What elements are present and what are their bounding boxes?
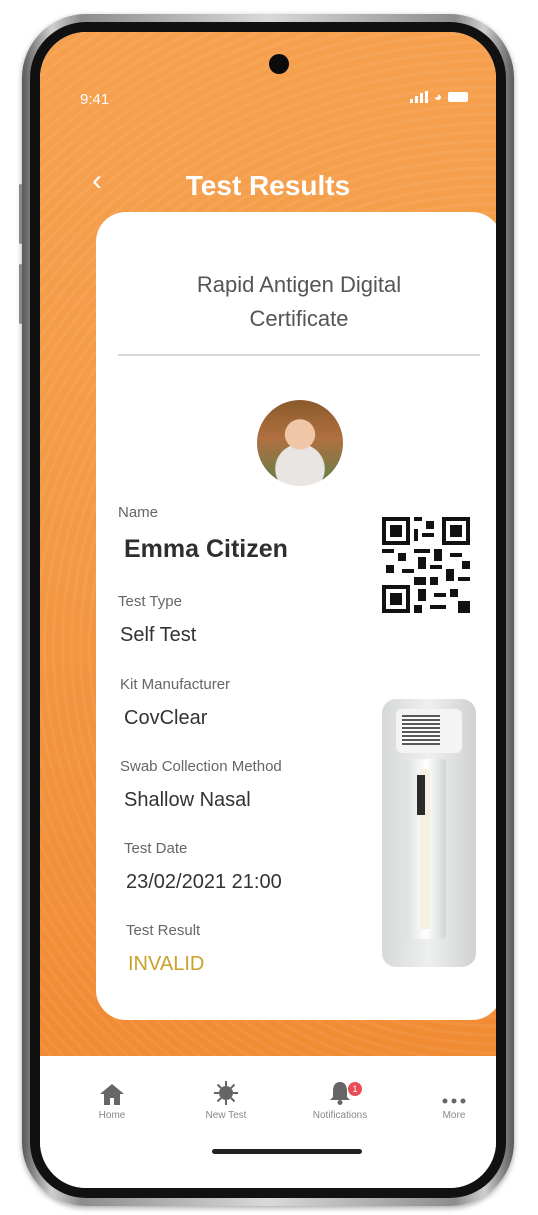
- tab-home[interactable]: Home: [62, 1076, 162, 1121]
- status-icons: ◕: [410, 90, 468, 103]
- test-result-label: Test Result: [126, 922, 201, 939]
- front-camera: [269, 54, 289, 74]
- certificate-title: Rapid Antigen Digital Certificate: [196, 272, 402, 331]
- divider: [118, 354, 480, 356]
- side-button: [19, 184, 22, 244]
- test-date-value: 23/02/2021 21:00: [126, 871, 282, 893]
- test-kit-marker: [417, 775, 425, 815]
- test-kit-image: [382, 699, 476, 967]
- swab-method-value: Shallow Nasal: [124, 789, 251, 811]
- screen: 9:41 ◕ ‹ Test Results Rapid Antigen Digi…: [40, 32, 496, 1188]
- tab-notifications-label: Notifications: [312, 1110, 368, 1121]
- kit-manufacturer-label: Kit Manufacturer: [120, 676, 231, 693]
- home-indicator[interactable]: [212, 1149, 362, 1154]
- battery-icon: [448, 91, 468, 102]
- phone-bezel: 9:41 ◕ ‹ Test Results Rapid Antigen Digi…: [30, 22, 506, 1198]
- name-label: Name: [118, 504, 159, 521]
- swab-method-label: Swab Collection Method: [120, 758, 282, 775]
- certificate-card: Rapid Antigen Digital Certificate Name E…: [96, 212, 496, 1020]
- qr-code-graphic: [382, 517, 470, 613]
- tab-more-label: More: [442, 1110, 466, 1121]
- tab-home-label: Home: [98, 1110, 126, 1121]
- phone-frame: 9:41 ◕ ‹ Test Results Rapid Antigen Digi…: [19, 14, 514, 1206]
- tab-bar: Home New Test 1 Notifications More: [40, 1056, 496, 1188]
- tab-new-test[interactable]: New Test: [176, 1076, 276, 1121]
- more-icon: [404, 1076, 496, 1106]
- test-date-label: Test Date: [124, 840, 188, 857]
- tab-notifications[interactable]: 1 Notifications: [290, 1076, 390, 1121]
- status-time: 9:41: [80, 91, 110, 108]
- signal-icon: [410, 90, 429, 103]
- avatar: [257, 400, 343, 486]
- side-button: [19, 264, 22, 324]
- page-title: Test Results: [185, 170, 351, 201]
- wifi-icon: ◕: [434, 89, 442, 104]
- test-kit-label: [402, 715, 440, 745]
- tab-more[interactable]: More: [404, 1076, 496, 1121]
- test-type-value: Self Test: [120, 624, 197, 646]
- notification-badge: 1: [348, 1082, 362, 1096]
- name-value: Emma Citizen: [124, 535, 288, 563]
- tab-new-test-label: New Test: [205, 1110, 247, 1121]
- kit-manufacturer-value: CovClear: [124, 707, 208, 729]
- qr-code: [382, 517, 470, 613]
- test-result-value: INVALID: [128, 953, 205, 975]
- home-icon: [62, 1076, 162, 1106]
- test-type-label: Test Type: [118, 593, 182, 610]
- bell-icon: [290, 1076, 390, 1106]
- virus-icon: [176, 1076, 276, 1106]
